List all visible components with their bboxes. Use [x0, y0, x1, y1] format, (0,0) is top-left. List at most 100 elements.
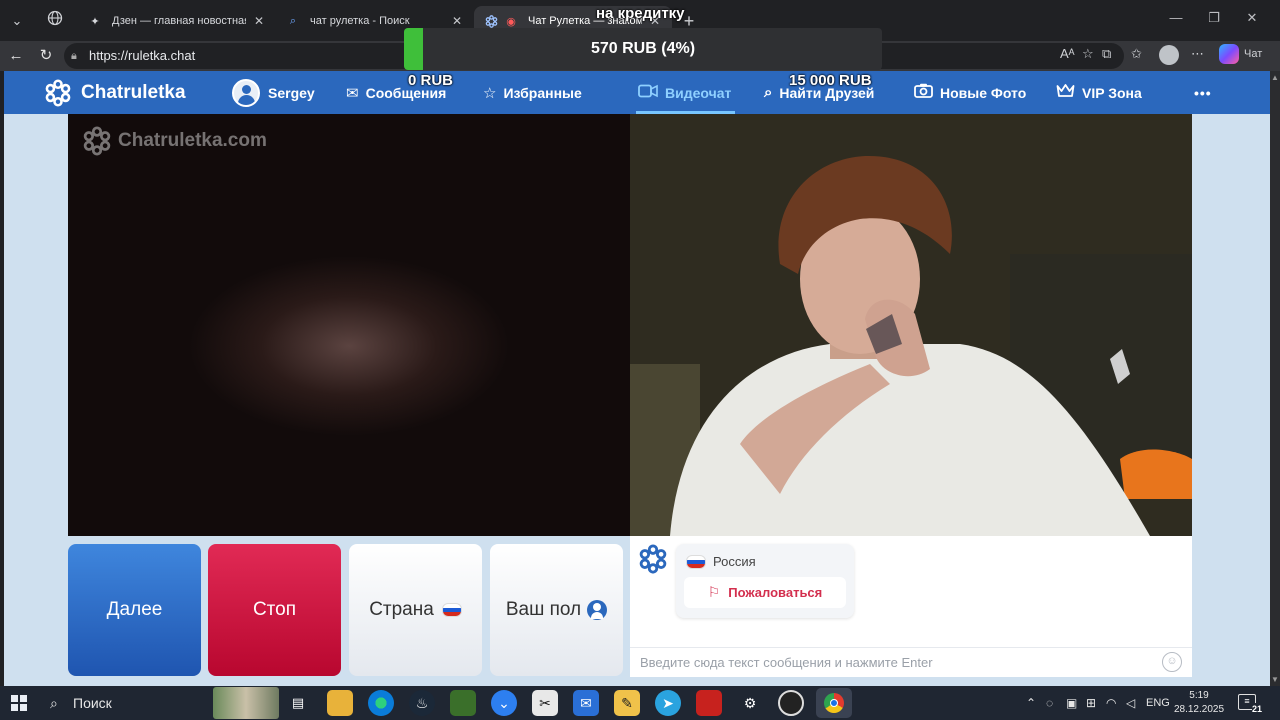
country-button[interactable]: Страна	[349, 544, 482, 676]
star-icon: ☆	[483, 84, 497, 102]
more-menu-icon[interactable]: ⋯	[1191, 46, 1204, 62]
url-text: https://ruletka.chat	[89, 48, 196, 63]
tray-monitor-icon[interactable]: ⊞	[1086, 686, 1096, 720]
watermark-text: Chatruletka.com	[118, 130, 267, 151]
crown-icon	[1056, 83, 1075, 102]
nav-vip-label: VIP Зона	[1082, 84, 1142, 101]
tray-overflow-icon[interactable]: ⌃	[1026, 686, 1036, 720]
steam-icon[interactable]: ♨	[409, 690, 435, 716]
stop-button[interactable]: Стоп	[208, 544, 341, 676]
file-explorer-icon[interactable]	[327, 690, 353, 716]
clock-time: 5:19	[1189, 690, 1209, 701]
donation-goal-bar: 570 RUB (4%)	[404, 28, 882, 70]
chat-input-placeholder: Введите сюда текст сообщения и нажмите E…	[640, 655, 933, 670]
page-scrollbar[interactable]: ▲ ▼	[1270, 71, 1280, 686]
scroll-down-icon[interactable]: ▼	[1271, 675, 1279, 684]
nav-videochat[interactable]: Видеочат	[635, 71, 736, 114]
tab-list-chevron-icon[interactable]: ⌄	[6, 10, 28, 32]
nav-favorites[interactable]: ☆ Избранные	[483, 71, 582, 114]
workspaces-globe-icon[interactable]	[44, 10, 66, 32]
tab-title: чат рулетка - Поиск	[310, 15, 410, 27]
chatruletka-page: Chatruletka Sergey ✉ Сообщения ☆ Избранн…	[4, 71, 1270, 686]
self-camera-video	[630, 114, 1192, 536]
nav-profile[interactable]: Sergey	[232, 71, 315, 114]
scroll-up-icon[interactable]: ▲	[1271, 73, 1279, 82]
brand-name: Chatruletka	[81, 81, 186, 103]
nav-vip[interactable]: VIP Зона	[1056, 71, 1142, 114]
task-view-icon[interactable]: ▤	[285, 690, 311, 716]
more-dots-icon[interactable]: •••	[1194, 71, 1212, 114]
game-shield-icon[interactable]	[450, 690, 476, 716]
goal-title: на кредитку	[596, 5, 685, 22]
partner-video: Chatruletka.com	[68, 114, 630, 536]
pen-app-icon[interactable]: ✎	[614, 690, 640, 716]
goal-max: 15 000 RUB	[789, 72, 872, 89]
chatruletka-logo-icon	[83, 126, 111, 156]
country-button-label: Страна	[369, 599, 434, 620]
chat-message-input[interactable]: Введите сюда текст сообщения и нажмите E…	[630, 647, 1192, 677]
next-button[interactable]: Далее	[68, 544, 201, 676]
minimize-icon[interactable]: —	[1158, 10, 1194, 25]
video-camera-icon	[638, 84, 658, 102]
recording-icon: ◉	[506, 15, 516, 28]
clock[interactable]: 5:19 28.12.2025	[1172, 689, 1226, 717]
lock-icon: 🔒︎	[71, 50, 77, 62]
brand-logo[interactable]: Chatruletka	[44, 71, 186, 114]
favorites-bar-icon[interactable]: ✩	[1131, 46, 1142, 62]
language-indicator[interactable]: ENG	[1146, 686, 1170, 720]
tab-dzen[interactable]: ✦ Дзен — главная новостная информационна…	[78, 6, 276, 36]
antivirus-shield-icon[interactable]	[696, 690, 722, 716]
obs-recorder-icon[interactable]	[778, 690, 804, 716]
goal-amount: 570 RUB (4%)	[590, 40, 696, 57]
gender-button[interactable]: Ваш пол	[490, 544, 623, 676]
emoji-icon[interactable]: ☺	[1162, 652, 1182, 672]
search-highlight-image[interactable]	[213, 687, 279, 719]
downloads-icon[interactable]: ⌄	[491, 690, 517, 716]
search-icon: ⌕	[50, 695, 58, 711]
reload-icon[interactable]: ↻	[35, 45, 57, 67]
copilot-label[interactable]: Чат	[1244, 48, 1262, 60]
tray-app-icon[interactable]: ◌	[1046, 686, 1053, 720]
settings-gear-icon[interactable]: ⚙	[737, 690, 763, 716]
goal-min: 0 RUB	[408, 72, 454, 89]
profile-avatar-icon[interactable]	[1159, 45, 1179, 65]
windows-start-icon[interactable]	[11, 695, 27, 711]
close-icon[interactable]: ✕	[252, 14, 266, 28]
telegram-icon[interactable]: ➤	[655, 690, 681, 716]
webcam-person-image	[630, 114, 1192, 536]
russia-flag-icon	[441, 603, 462, 617]
windows-taskbar: ⌕ Поиск ▤ ♨ ⌄ ✂ ✉ ✎ ➤ ⚙ ⌃ ◌ ▣ ⊞ ◠ ◁ ENG …	[0, 686, 1280, 720]
notification-count: 21	[1251, 703, 1262, 716]
search-icon: ⌕	[289, 14, 297, 27]
male-user-icon	[587, 600, 608, 620]
back-arrow-icon[interactable]: ←	[5, 45, 27, 67]
report-button[interactable]: ⚐ Пожаловаться	[684, 577, 846, 608]
chrome-icon[interactable]	[816, 688, 852, 718]
extension-icon[interactable]: ⧉	[1102, 46, 1111, 62]
search-icon: ⌕	[764, 84, 773, 101]
tray-camera-icon[interactable]: ▣	[1066, 686, 1077, 720]
flag-icon: ⚐	[707, 584, 721, 600]
wifi-icon[interactable]: ◠	[1106, 686, 1116, 720]
clock-date: 28.12.2025	[1173, 704, 1225, 715]
edge-browser-icon[interactable]	[368, 690, 394, 716]
close-window-icon[interactable]: ✕	[1234, 10, 1270, 26]
chatruletka-logo-icon	[638, 544, 668, 579]
notifications-icon[interactable]: ≡ 21	[1238, 694, 1262, 716]
capcut-icon[interactable]: ✂	[532, 690, 558, 716]
favorite-star-icon[interactable]: ☆	[1082, 46, 1094, 62]
copilot-icon[interactable]	[1219, 44, 1239, 64]
restore-icon[interactable]: ❐	[1196, 10, 1232, 26]
volume-icon[interactable]: ◁	[1126, 686, 1135, 720]
read-aloud-icon[interactable]: Aᴬ	[1060, 46, 1075, 61]
envelope-icon: ✉	[346, 84, 359, 102]
mail-icon[interactable]: ✉	[573, 690, 599, 716]
nav-new-photos[interactable]: Новые Фото	[914, 71, 1026, 114]
camera-icon	[914, 83, 933, 102]
chatruletka-favicon	[484, 14, 498, 28]
report-button-label: Пожаловаться	[728, 585, 823, 600]
gender-button-label: Ваш пол	[505, 599, 582, 620]
close-icon[interactable]: ✕	[450, 14, 464, 28]
tab-title: Дзен — главная новостная информационная	[112, 15, 246, 27]
chat-panel: Россия ⚐ Пожаловаться Введите сюда текст…	[630, 536, 1192, 677]
